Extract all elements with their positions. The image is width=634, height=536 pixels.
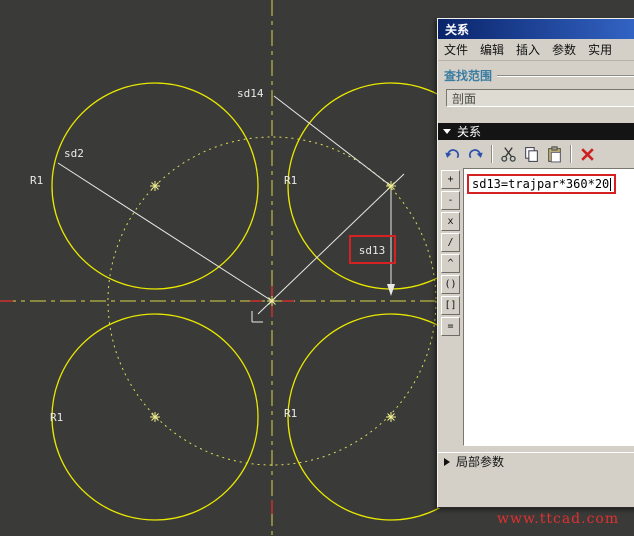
op-multiply-button[interactable]: x: [441, 212, 460, 231]
redo-button[interactable]: [465, 144, 486, 165]
menu-parameters[interactable]: 参数: [546, 39, 582, 60]
op-equals-button[interactable]: =: [441, 317, 460, 336]
menu-edit[interactable]: 编辑: [474, 39, 510, 60]
relations-dialog: 关系 文件 编辑 插入 参数 实用 查找范围 剖面 关系: [437, 18, 634, 508]
delete-icon: [579, 146, 596, 163]
dim-label-sd14[interactable]: sd14: [237, 87, 264, 100]
relation-text: sd13=trajpar*360*20: [472, 177, 609, 191]
dimension-arrow: [387, 284, 395, 296]
undo-icon: [444, 146, 461, 163]
op-plus-button[interactable]: +: [441, 170, 460, 189]
center-marker: [150, 412, 160, 422]
origin-marker: [252, 311, 263, 322]
relation-text-area[interactable]: sd13=trajpar*360*20: [463, 168, 634, 446]
menu-file[interactable]: 文件: [438, 39, 474, 60]
chevron-down-icon: [443, 129, 451, 134]
sd14-leader-line: [274, 96, 391, 186]
dim-label-r1-top-right[interactable]: R1: [284, 174, 297, 187]
dialog-titlebar[interactable]: 关系: [438, 19, 634, 39]
text-cursor: [610, 178, 611, 191]
centerline-red-segments: [0, 286, 294, 514]
dim-label-sd13[interactable]: sd13: [359, 244, 386, 257]
menu-bar: 文件 编辑 插入 参数 实用: [438, 39, 634, 61]
redo-icon: [467, 146, 484, 163]
op-minus-button[interactable]: -: [441, 191, 460, 210]
local-params-label: 局部参数: [456, 453, 504, 470]
op-divide-button[interactable]: /: [441, 233, 460, 252]
lookin-label: 查找范围: [444, 67, 492, 84]
copy-icon: [523, 146, 540, 163]
toolbar-separator: [491, 145, 493, 163]
relation-line-highlighted[interactable]: sd13=trajpar*360*20: [467, 174, 616, 194]
relations-toolbar: [438, 140, 634, 168]
delete-button[interactable]: [577, 144, 598, 165]
app-screen: sd14 sd2 R1 R1 R1 R1 sd13 关系 文件 编辑 插入 参数…: [0, 0, 634, 536]
op-parentheses-button[interactable]: (): [441, 275, 460, 294]
dim-label-r1-top-left[interactable]: R1: [30, 174, 43, 187]
center-marker: [386, 181, 396, 191]
relations-section-label: 关系: [457, 123, 481, 140]
lookin-section: 查找范围: [438, 61, 634, 84]
cut-button[interactable]: [498, 144, 519, 165]
center-marker: [150, 181, 160, 191]
paste-button[interactable]: [544, 144, 565, 165]
center-marker: [386, 412, 396, 422]
copy-button[interactable]: [521, 144, 542, 165]
local-params-expander[interactable]: 局部参数: [438, 452, 634, 470]
undo-button[interactable]: [442, 144, 463, 165]
chevron-right-icon: [444, 458, 450, 466]
operator-button-column: + - x / ^ () [] =: [440, 168, 463, 446]
sd2-leader-line: [58, 163, 272, 301]
dialog-filler: [438, 470, 634, 507]
lookin-combobox[interactable]: 剖面: [446, 89, 634, 107]
dim-label-r1-bottom-left[interactable]: R1: [50, 411, 63, 424]
watermark-text: www.ttcad.com: [497, 511, 619, 527]
dim-label-sd2[interactable]: sd2: [64, 147, 84, 160]
toolbar-separator: [570, 145, 572, 163]
cut-icon: [500, 146, 517, 163]
lookin-value: 剖面: [452, 90, 476, 107]
relation-editor: + - x / ^ () [] = sd13=trajpar*360*20: [438, 168, 634, 446]
dim-label-r1-bottom-right[interactable]: R1: [284, 407, 297, 420]
op-brackets-button[interactable]: []: [441, 296, 460, 315]
dialog-title: 关系: [445, 21, 469, 38]
relations-section-header[interactable]: 关系: [438, 123, 634, 140]
pattern-center-marker: [267, 296, 277, 306]
paste-icon: [546, 146, 563, 163]
op-power-button[interactable]: ^: [441, 254, 460, 273]
menu-utilities[interactable]: 实用: [582, 39, 618, 60]
divider: [497, 75, 634, 77]
menu-insert[interactable]: 插入: [510, 39, 546, 60]
